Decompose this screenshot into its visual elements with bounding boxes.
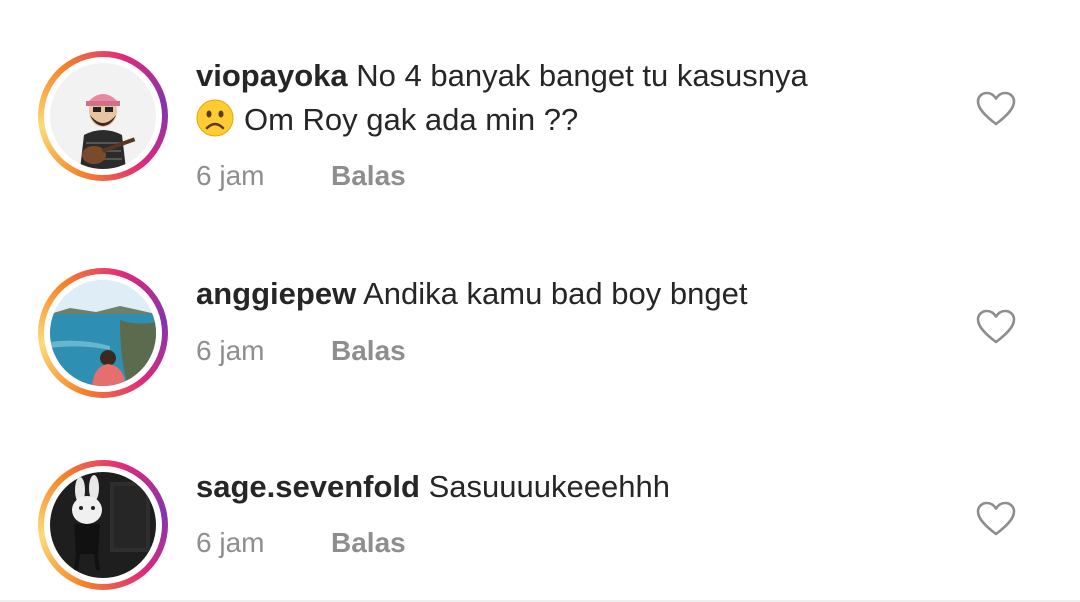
like-heart-icon[interactable]: [976, 501, 1016, 537]
timestamp: 6 jam: [196, 335, 265, 366]
comment-meta: 6 jam Balas: [196, 525, 406, 561]
dark-bunny-photo-avatar-image: [50, 472, 156, 578]
comment-body: Andika kamu bad boy bnget: [363, 276, 748, 311]
reply-button[interactable]: Balas: [331, 527, 406, 558]
comment-body: Sasuuuukeeehhh: [428, 469, 670, 504]
comment-text-line: anggiepew Andika kamu bad boy bnget: [196, 272, 747, 316]
like-heart-icon[interactable]: [976, 309, 1016, 345]
timestamp: 6 jam: [196, 527, 265, 558]
username[interactable]: sage.sevenfold: [196, 469, 420, 504]
comment-item: sage.sevenfold Sasuuuukeeehhh 6 jam Balas: [0, 0, 1080, 590]
username[interactable]: anggiepew: [196, 276, 356, 311]
comment-text-line: sage.sevenfold Sasuuuukeeehhh: [196, 465, 670, 509]
reply-button[interactable]: Balas: [331, 335, 406, 366]
avatar[interactable]: [38, 268, 168, 398]
seaside-photo-avatar-image: [50, 280, 156, 386]
avatar[interactable]: [38, 460, 168, 590]
comment-meta: 6 jam Balas: [196, 333, 406, 369]
